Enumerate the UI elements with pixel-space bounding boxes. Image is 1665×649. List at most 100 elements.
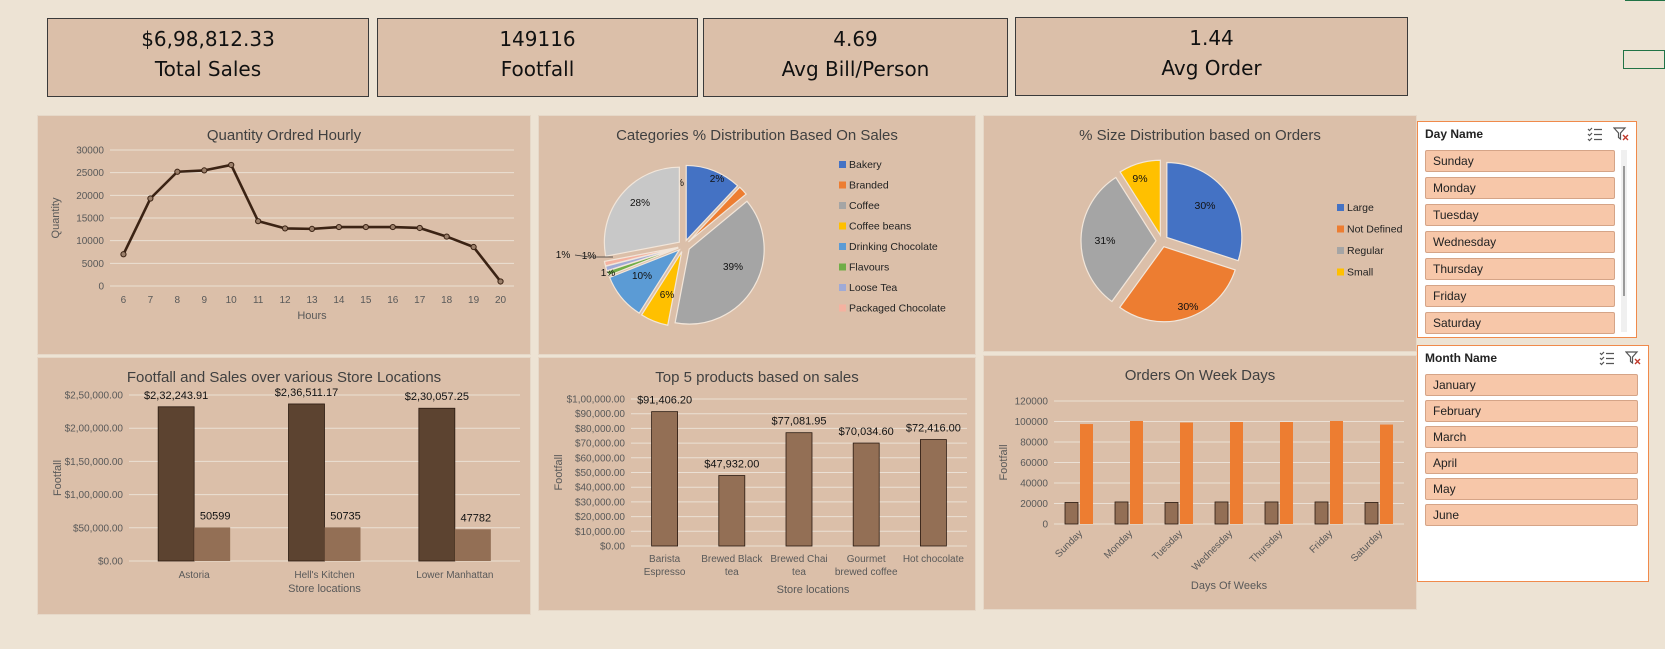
legend-label: Coffee beans <box>849 221 911 233</box>
bar-product <box>919 439 947 547</box>
bar-product <box>785 432 813 547</box>
legend-label: Bakery <box>849 159 882 171</box>
slicer-item-march[interactable]: March <box>1425 426 1638 448</box>
legend-label: Packaged Chocolate <box>849 303 946 315</box>
data-point <box>443 233 450 240</box>
data-label: 30% <box>1177 301 1198 313</box>
chart-quantity-hourly: Quantity Ordred Hourly 0 5000 10000 15000 20… <box>37 115 531 355</box>
slicer-item-may[interactable]: May <box>1425 478 1638 500</box>
x-tick-label: Friday <box>1308 528 1335 555</box>
x-tick-label: Hell's Kitchen <box>294 570 354 581</box>
slicer-item-saturday[interactable]: Saturday <box>1425 312 1615 334</box>
kpi-avg-bill-person: 4.69 Avg Bill/Person <box>703 18 1008 97</box>
x-tick-label: 11 <box>253 295 264 306</box>
data-point <box>497 278 504 285</box>
slicer-header: Day Name <box>1418 122 1636 146</box>
y-tick-label: 120000 <box>1015 397 1049 408</box>
multi-select-icon[interactable] <box>1587 126 1603 142</box>
x-tick-label: Brewed Chai <box>770 554 827 565</box>
x-tick-label: 15 <box>360 295 372 306</box>
slicer-header: Month Name <box>1418 346 1648 370</box>
slicer-scrollbar[interactable] <box>1621 150 1627 332</box>
y-tick-label: $1,50,000.00 <box>65 457 124 468</box>
data-point <box>201 167 208 174</box>
chart-size-distribution: % Size Distribution based on Orders 30% 3… <box>983 115 1417 352</box>
slicer-item-sunday[interactable]: Sunday <box>1425 150 1615 172</box>
multi-select-icon[interactable] <box>1599 350 1615 366</box>
slicer-item-february[interactable]: February <box>1425 400 1638 422</box>
kpi-value: 4.69 <box>833 27 878 51</box>
y-tick-label: $1,00,000.00 <box>567 395 626 406</box>
data-label: 47782 <box>461 512 492 524</box>
x-tick-label: Hot chocolate <box>903 554 965 565</box>
bar-product <box>651 411 678 547</box>
slicer-day-name: Day Name Sunday Monday Tuesday Wednesday Thu… <box>1417 121 1637 338</box>
y-tick-label: 40000 <box>1020 479 1048 490</box>
x-axis-label: Hours <box>297 310 327 322</box>
bar-series-2 <box>1130 420 1143 524</box>
legend-label: Regular <box>1347 245 1384 257</box>
slicer-item-april[interactable]: April <box>1425 452 1638 474</box>
bar-sales <box>157 406 195 562</box>
slicer-item-june[interactable]: June <box>1425 504 1638 526</box>
bar-sales <box>418 407 456 562</box>
y-tick-label: $20,000.00 <box>575 512 625 523</box>
bar-sales <box>288 403 325 562</box>
x-tick-label: 10 <box>226 295 238 306</box>
bar-series-1 <box>1314 501 1329 525</box>
x-tick-label: Lower Manhattan <box>416 570 493 581</box>
bar-series-2 <box>1280 422 1293 524</box>
legend-swatch <box>839 202 846 209</box>
legend-swatch <box>1337 247 1344 254</box>
slicer-item-thursday[interactable]: Thursday <box>1425 258 1615 280</box>
bar-product <box>718 475 746 547</box>
x-axis-label: Store locations <box>777 584 850 596</box>
y-tick-label: 0 <box>1042 520 1048 531</box>
y-tick-label: $2,00,000.00 <box>65 424 124 435</box>
cell-selection-border <box>1623 50 1665 69</box>
slicer-item-monday[interactable]: Monday <box>1425 177 1615 199</box>
legend-label: Not Defined <box>1347 224 1403 236</box>
bar-series-2 <box>1180 422 1193 524</box>
y-tick-label: 80000 <box>1020 438 1048 449</box>
chart-store-locations: Footfall and Sales over various Store Lo… <box>37 357 531 615</box>
x-tick-label: 12 <box>280 295 292 306</box>
slicer-item-january[interactable]: January <box>1425 374 1638 396</box>
pie-chart-svg: 30% 30% 31% 9% Large Not Defined Regular Small <box>1080 159 1403 323</box>
bar-chart-svg: 0 20000 40000 60000 80000 100000 120000 Sunday M… <box>998 397 1404 592</box>
y-tick-label: $80,000.00 <box>575 424 625 435</box>
data-label: 1% <box>556 250 571 261</box>
bar-chart-svg: $0.00 $50,000.00 $1,00,000.00 $1,50,000.00 $… <box>52 387 520 595</box>
clear-filter-icon[interactable] <box>1613 126 1629 142</box>
slicer-item-tuesday[interactable]: Tuesday <box>1425 204 1615 226</box>
slicer-item-friday[interactable]: Friday <box>1425 285 1615 307</box>
x-tick-label: 8 <box>175 295 181 306</box>
kpi-label: Footfall <box>500 57 575 81</box>
kpi-total-sales: $6,98,812.33 Total Sales <box>47 18 369 97</box>
data-label: $2,36,511.17 <box>275 387 338 399</box>
bar-product <box>852 442 880 547</box>
y-tick-label: $40,000.00 <box>575 483 625 494</box>
data-label: 39% <box>723 262 743 273</box>
legend-swatch <box>839 284 846 291</box>
bar-chart-svg: $0.00 $10,000.00 $20,000.00 $30,000.00 $40,0… <box>553 395 967 596</box>
data-point <box>470 243 477 251</box>
kpi-avg-order: 1.44 Avg Order <box>1015 17 1408 96</box>
clear-filter-icon[interactable] <box>1625 350 1641 366</box>
kpi-value: 149116 <box>499 27 576 51</box>
x-tick-label: 16 <box>387 295 399 306</box>
legend-swatch <box>1337 204 1344 211</box>
y-axis-label: Footfall <box>998 444 1010 480</box>
bar-footfall <box>194 527 231 561</box>
legend-label: Drinking Chocolate <box>849 241 938 253</box>
slicer-item-wednesday[interactable]: Wednesday <box>1425 231 1615 253</box>
x-tick-label: Gourmet <box>847 554 886 565</box>
scroll-thumb[interactable] <box>1623 166 1625 296</box>
y-tick-label: $2,50,000.00 <box>65 391 124 402</box>
data-label: 31% <box>1094 235 1115 247</box>
data-label: 6% <box>660 290 675 301</box>
legend-label: Large <box>1347 202 1374 214</box>
pie-slice <box>603 166 680 257</box>
slicer-title: Day Name <box>1425 127 1484 141</box>
data-label: $70,034.60 <box>839 426 894 438</box>
